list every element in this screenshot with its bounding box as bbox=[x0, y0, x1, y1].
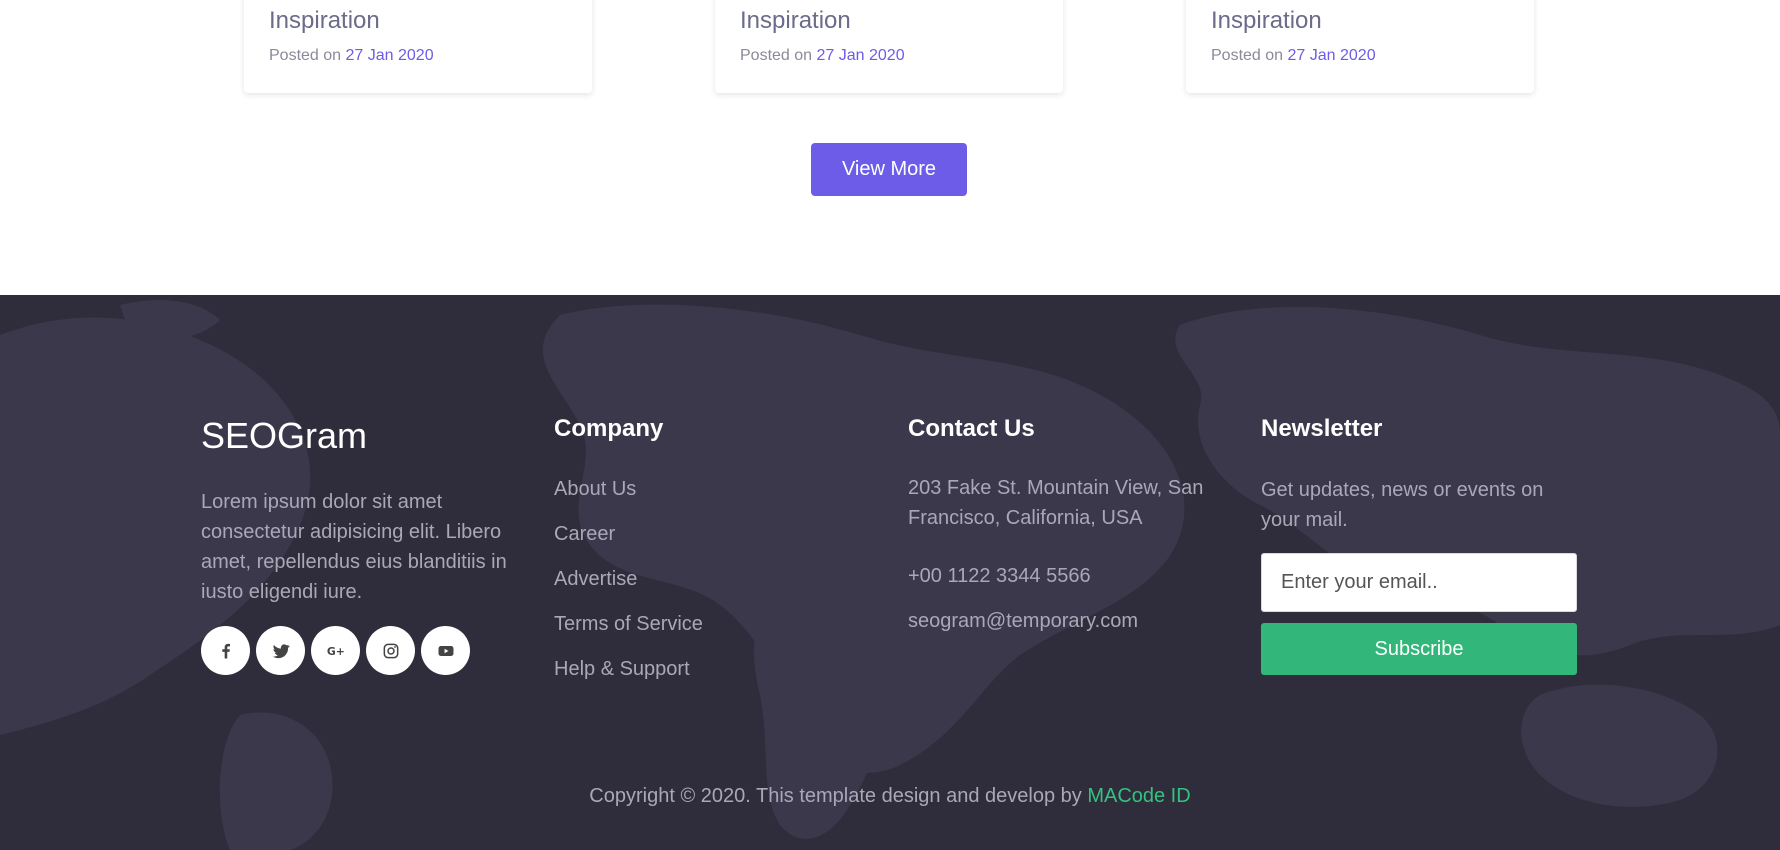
blog-section: Inspiration Posted on 27 Jan 2020 Inspir… bbox=[0, 0, 1780, 295]
footer-link-terms[interactable]: Terms of Service bbox=[554, 610, 703, 655]
blog-card-meta: Posted on 27 Jan 2020 bbox=[740, 47, 905, 65]
youtube-icon bbox=[438, 645, 453, 656]
blog-card-meta: Posted on 27 Jan 2020 bbox=[269, 47, 434, 65]
blog-card-meta: Posted on 27 Jan 2020 bbox=[1211, 47, 1376, 65]
blog-card[interactable]: Inspiration Posted on 27 Jan 2020 bbox=[715, 0, 1063, 93]
view-more-button[interactable]: View More bbox=[811, 143, 967, 196]
address-line-2: Francisco, California, USA bbox=[908, 507, 1143, 529]
posted-on-label: Posted on bbox=[1211, 47, 1284, 64]
address-line-1: 203 Fake St. Mountain View, San bbox=[908, 477, 1204, 499]
post-date[interactable]: 27 Jan 2020 bbox=[1288, 47, 1376, 64]
youtube-link[interactable] bbox=[421, 626, 470, 675]
subscribe-button[interactable]: Subscribe bbox=[1261, 623, 1577, 675]
footer-link-advertise[interactable]: Advertise bbox=[554, 565, 703, 610]
newsletter-heading: Newsletter bbox=[1261, 415, 1383, 442]
site-footer: SEOGram Lorem ipsum dolor sit amet conse… bbox=[0, 295, 1780, 850]
social-links: G+ bbox=[201, 626, 470, 675]
facebook-icon bbox=[221, 643, 230, 658]
blog-card[interactable]: Inspiration Posted on 27 Jan 2020 bbox=[244, 0, 592, 93]
post-date[interactable]: 27 Jan 2020 bbox=[346, 47, 434, 64]
newsletter-email-input[interactable] bbox=[1261, 553, 1577, 612]
footer-brand-logo[interactable]: SEOGram bbox=[201, 415, 367, 457]
contact-phone[interactable]: +00 1122 3344 5566 bbox=[908, 561, 1091, 591]
twitter-icon bbox=[272, 643, 290, 658]
posted-on-label: Posted on bbox=[269, 47, 342, 64]
contact-heading: Contact Us bbox=[908, 415, 1035, 442]
contact-address: 203 Fake St. Mountain View, San Francisc… bbox=[908, 473, 1203, 533]
blog-card[interactable]: Inspiration Posted on 27 Jan 2020 bbox=[1186, 0, 1534, 93]
instagram-link[interactable] bbox=[366, 626, 415, 675]
google-plus-icon: G+ bbox=[326, 645, 344, 658]
footer-about-text: Lorem ipsum dolor sit amet consectetur a… bbox=[201, 491, 507, 603]
footer-link-help-support[interactable]: Help & Support bbox=[554, 655, 703, 700]
facebook-link[interactable] bbox=[201, 626, 250, 675]
svg-text:G+: G+ bbox=[326, 645, 344, 658]
company-heading: Company bbox=[554, 415, 664, 442]
copyright-text: Copyright © 2020. This template design a… bbox=[589, 785, 1082, 807]
newsletter-text: Get updates, news or events on your mail… bbox=[1261, 479, 1544, 531]
footer-link-career[interactable]: Career bbox=[554, 520, 703, 565]
blog-card-title[interactable]: Inspiration bbox=[740, 7, 851, 35]
twitter-link[interactable] bbox=[256, 626, 305, 675]
footer-link-about-us[interactable]: About Us bbox=[554, 475, 703, 520]
instagram-icon bbox=[383, 643, 398, 658]
blog-card-title[interactable]: Inspiration bbox=[269, 7, 380, 35]
contact-email[interactable]: seogram@temporary.com bbox=[908, 606, 1138, 636]
google-plus-link[interactable]: G+ bbox=[311, 626, 360, 675]
posted-on-label: Posted on bbox=[740, 47, 813, 64]
copyright-line: Copyright © 2020. This template design a… bbox=[0, 785, 1780, 808]
macode-id-link[interactable]: MACode ID bbox=[1087, 785, 1190, 807]
post-date[interactable]: 27 Jan 2020 bbox=[817, 47, 905, 64]
company-links: About Us Career Advertise Terms of Servi… bbox=[554, 475, 703, 700]
blog-card-title[interactable]: Inspiration bbox=[1211, 7, 1322, 35]
